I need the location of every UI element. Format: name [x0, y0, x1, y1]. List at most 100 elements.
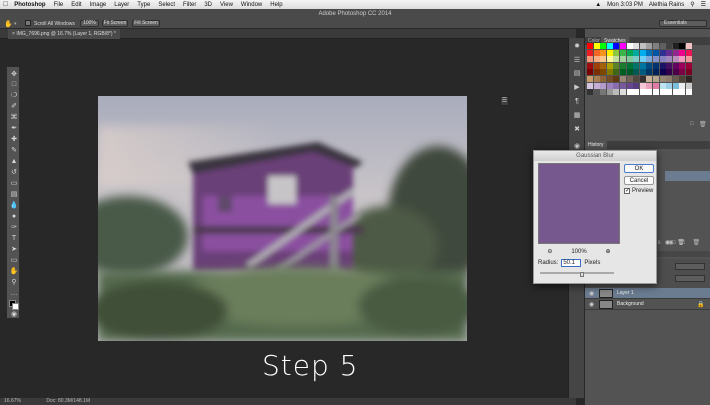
swatch[interactable] — [686, 89, 692, 96]
tab-history[interactable]: History — [585, 141, 607, 149]
layer-row-layer-1[interactable]: ◉ Layer 1 — [585, 288, 710, 299]
swatch[interactable] — [620, 82, 626, 89]
fit-screen-button[interactable]: Fit Screen — [102, 20, 128, 27]
zoom-readout[interactable]: 16.67% — [4, 398, 21, 404]
swatch[interactable] — [679, 62, 686, 69]
ok-button[interactable]: OK — [624, 164, 654, 173]
swatch[interactable] — [620, 76, 626, 82]
dodge-tool-icon[interactable]: ● — [9, 213, 19, 221]
swatch[interactable] — [606, 43, 613, 49]
swatch[interactable] — [587, 82, 593, 89]
swatch[interactable] — [633, 62, 640, 69]
swatch[interactable] — [679, 82, 686, 89]
swatch[interactable] — [633, 69, 640, 76]
swatch[interactable] — [626, 49, 633, 56]
swatch[interactable] — [639, 62, 646, 69]
layer-row-background[interactable]: ◉ Background 🔒 — [585, 299, 710, 310]
workspace-dropdown[interactable]: Essentials — [659, 20, 707, 27]
swatch[interactable] — [659, 43, 666, 49]
cancel-button[interactable]: Cancel — [624, 176, 654, 185]
menu-view[interactable]: View — [220, 2, 233, 8]
swatch[interactable] — [653, 89, 659, 96]
swatch[interactable] — [666, 49, 673, 56]
zoom-in-icon[interactable]: ⊕ — [606, 248, 611, 255]
swatch[interactable] — [587, 62, 593, 69]
swatch[interactable] — [593, 82, 600, 89]
properties-panel-icon[interactable]: ▦ — [572, 111, 582, 120]
swatch[interactable] — [659, 49, 666, 56]
hand-tool-icon[interactable]: ✋ — [9, 268, 19, 276]
swatch[interactable] — [626, 56, 633, 63]
swatch[interactable] — [606, 49, 613, 56]
tool-presets-icon[interactable]: ✖ — [572, 125, 582, 134]
swatch[interactable] — [633, 49, 640, 56]
radius-slider-handle[interactable] — [580, 272, 584, 277]
blur-preview[interactable] — [538, 163, 620, 244]
swatch[interactable] — [672, 56, 679, 63]
zoom-out-icon[interactable]: ⊖ — [547, 248, 552, 255]
swatch[interactable] — [626, 89, 633, 96]
swatch[interactable] — [613, 43, 620, 49]
eye-icon[interactable]: ◉ — [589, 290, 594, 297]
clock[interactable]: Mon 3:03 PM — [607, 2, 643, 8]
quick-mask-icon[interactable]: ◉ — [9, 311, 19, 319]
swatch[interactable] — [600, 56, 607, 63]
swatch[interactable] — [620, 89, 626, 96]
swatch[interactable] — [659, 82, 666, 89]
swatch[interactable] — [679, 43, 686, 49]
swatch[interactable] — [626, 76, 633, 82]
wifi-icon[interactable]: ▲ — [595, 2, 601, 8]
history-state-selected[interactable] — [665, 171, 710, 181]
swatch[interactable] — [613, 49, 620, 56]
tool-preset-dropdown[interactable]: ▾ — [14, 21, 17, 27]
radius-slider-track[interactable] — [540, 272, 614, 274]
swatch[interactable] — [646, 82, 653, 89]
new-swatch-icon[interactable]: □ — [690, 121, 694, 127]
play-actions-icon[interactable]: ▶ — [572, 83, 582, 92]
swatch[interactable] — [686, 69, 692, 76]
swatch[interactable] — [666, 62, 673, 69]
swatch[interactable] — [686, 43, 692, 49]
swatch[interactable] — [587, 89, 593, 96]
swatch[interactable] — [606, 89, 613, 96]
swatch[interactable] — [653, 62, 659, 69]
swatch[interactable] — [633, 82, 640, 89]
swatch[interactable] — [587, 49, 593, 56]
document-canvas[interactable] — [98, 96, 467, 341]
swatch[interactable] — [600, 69, 607, 76]
swatch[interactable] — [686, 62, 692, 69]
swatch[interactable] — [646, 56, 653, 63]
search-icon[interactable]: ⚲ — [690, 1, 694, 8]
swatch[interactable] — [679, 69, 686, 76]
swatch[interactable] — [672, 89, 679, 96]
swatch[interactable] — [593, 89, 600, 96]
swatch[interactable] — [653, 69, 659, 76]
swatch[interactable] — [639, 89, 646, 96]
swatch[interactable] — [659, 62, 666, 69]
swatch[interactable] — [686, 82, 692, 89]
menu-window[interactable]: Window — [241, 2, 262, 8]
marquee-tool-icon[interactable]: □ — [9, 81, 19, 89]
fill-field[interactable] — [675, 275, 705, 282]
swatch[interactable] — [600, 62, 607, 69]
eraser-tool-icon[interactable]: ▭ — [9, 180, 19, 188]
swatch[interactable] — [672, 49, 679, 56]
swatch[interactable] — [613, 82, 620, 89]
swatch[interactable] — [626, 43, 633, 49]
swatch[interactable] — [606, 56, 613, 63]
menu-image[interactable]: Image — [90, 2, 107, 8]
swatch[interactable] — [639, 69, 646, 76]
eye-icon[interactable]: ◉ — [589, 301, 594, 308]
lasso-tool-icon[interactable]: ❍ — [9, 92, 19, 100]
swatch[interactable] — [606, 76, 613, 82]
blur-tool-icon[interactable]: 💧 — [9, 202, 19, 210]
adjustments-panel-icon[interactable]: ▤ — [572, 69, 582, 78]
swatch[interactable] — [620, 56, 626, 63]
layers-bottom-icons[interactable]: fx ◉ □ 🗑 — [653, 239, 710, 247]
swatch[interactable] — [613, 62, 620, 69]
swatch[interactable] — [686, 49, 692, 56]
swatch[interactable] — [659, 76, 666, 82]
healing-brush-tool-icon[interactable]: ✚ — [9, 136, 19, 144]
swatch[interactable] — [606, 69, 613, 76]
swatch[interactable] — [653, 56, 659, 63]
